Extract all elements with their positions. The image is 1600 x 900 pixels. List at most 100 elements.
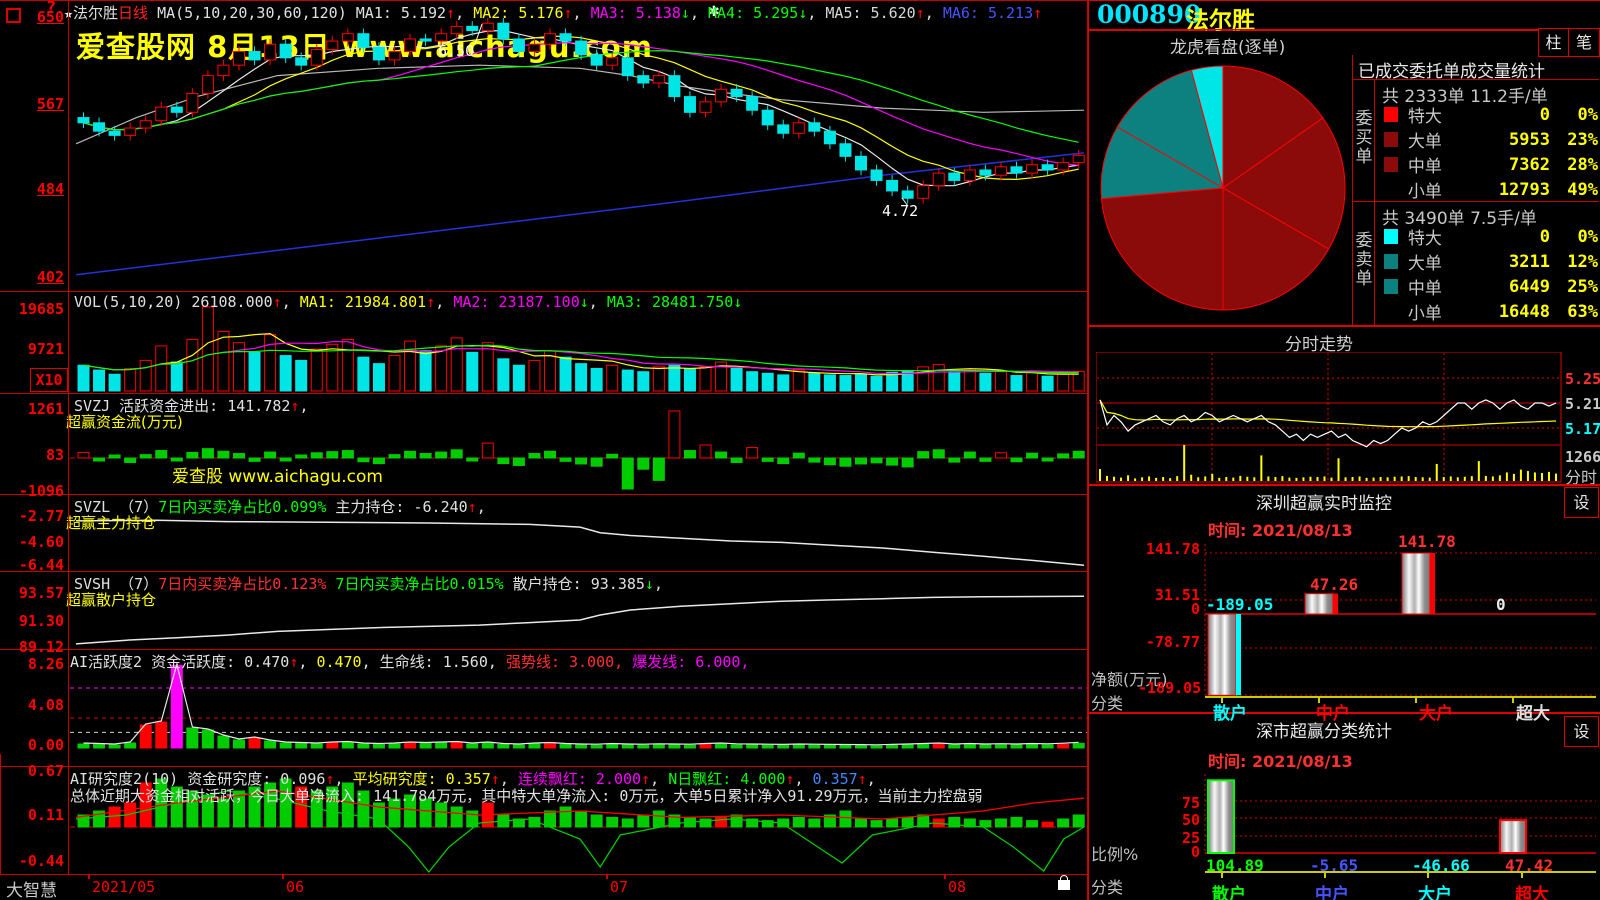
monitor-bar-value: -189.05	[1206, 595, 1273, 614]
text-segment: 26108.000	[191, 293, 272, 311]
class-axis-label: 分类	[1091, 874, 1123, 898]
monitor-axis-value: 0	[1138, 600, 1200, 618]
order-type-swatch	[1384, 279, 1398, 294]
monitor-bar-value: 0	[1496, 595, 1506, 614]
intraday-high-label: 5.25	[1565, 370, 1600, 388]
text-segment: MA2: 23187.100	[453, 293, 579, 311]
svsh-header: SVSH （7）7日内买卖净占比0.123% 7日内买卖净占比0.015% 散户…	[74, 573, 663, 594]
axis-label: 0.11	[2, 806, 64, 824]
buy-order-rows: 特大00%大单595323%中单736228%小单1279349%	[1376, 102, 1598, 202]
text-segment: ↑	[468, 498, 477, 516]
tiger-watch-title: 龙虎看盘(逐单)	[1170, 33, 1285, 58]
text-segment: 散户持仓: 93.385	[504, 575, 645, 593]
text-segment: ,	[299, 397, 308, 415]
order-pct: 49%	[1550, 180, 1598, 200]
svg-text:4.72: 4.72	[882, 202, 918, 220]
lock-shackle	[1060, 875, 1068, 881]
text-segment: AI活跃度2	[70, 653, 151, 671]
class-category: 大户	[1418, 880, 1452, 900]
order-stat-row: 小单1644863%	[1376, 299, 1598, 324]
order-type-name: 中单	[1408, 274, 1465, 299]
class-category: 中户	[1315, 880, 1349, 900]
axis-label: 0.00	[2, 736, 64, 754]
class-bar-value: 47.42	[1505, 856, 1553, 875]
text-segment: ↓	[733, 293, 742, 311]
text-segment: ,	[298, 653, 316, 671]
order-type-name: 特大	[1408, 224, 1465, 249]
axis-label: 8.26	[2, 655, 64, 673]
column-mode-button[interactable]: 柱	[1538, 28, 1569, 57]
timeline-label[interactable]: 06	[286, 878, 304, 896]
class-bar-value: 104.89	[1206, 856, 1264, 875]
timeline-label[interactable]: 2021/05	[92, 878, 155, 896]
order-stat-row: 特大00%	[1376, 224, 1598, 249]
monitor-bar-value: 141.78	[1398, 532, 1456, 551]
order-type-name: 小单	[1408, 299, 1465, 324]
order-value: 3211	[1465, 252, 1550, 272]
timeline[interactable]	[0, 874, 1088, 900]
order-stat-row: 特大00%	[1376, 102, 1598, 127]
order-pct: 25%	[1550, 277, 1598, 297]
axis-label: 93.57	[2, 584, 64, 602]
intraday-mid-label: 5.21	[1565, 395, 1600, 413]
order-type-swatch	[1384, 304, 1398, 319]
axis-label: 1261	[2, 400, 64, 418]
axis-label: 19685	[2, 300, 64, 318]
axis-label: 567	[2, 95, 64, 113]
class-bar-value: -5.65	[1310, 856, 1358, 875]
candlestick-chart[interactable]: 6.504.72	[70, 0, 1088, 291]
order-pct: 28%	[1550, 155, 1598, 175]
class-axis-value: 0	[1158, 843, 1200, 861]
order-value: 6449	[1465, 277, 1550, 297]
timeline-label[interactable]: 07	[610, 878, 628, 896]
order-type-name: 大单	[1408, 249, 1465, 274]
intraday-chart[interactable]	[1096, 352, 1562, 483]
volume-scale-badge: X10	[30, 368, 68, 392]
text-segment: 7日内买卖净占比0.123%	[158, 575, 326, 593]
sell-order-rows: 特大00%大单321112%中单644925%小单1644863%	[1376, 224, 1598, 324]
text-segment: 主力持仓: -6.240	[326, 498, 467, 516]
lock-icon	[1058, 880, 1070, 890]
order-value: 12793	[1465, 180, 1550, 200]
order-type-swatch	[1384, 107, 1398, 122]
order-pct: 12%	[1550, 252, 1598, 272]
text-segment: ↑	[426, 293, 435, 311]
order-value: 7362	[1465, 155, 1550, 175]
class-category: 超大	[1515, 880, 1549, 900]
order-value: 0	[1465, 227, 1550, 247]
monitor-bar-value: 47.26	[1310, 575, 1358, 594]
axis-label: 91.30	[2, 612, 64, 630]
text-segment: VOL(5,10,20)	[74, 293, 191, 311]
axis-label: -4.60	[2, 533, 64, 551]
text-segment: ,	[654, 575, 663, 593]
axis-label: 650	[2, 8, 64, 26]
text-segment: ,	[435, 293, 453, 311]
order-type-name: 中单	[1408, 152, 1465, 177]
text-segment: 爆发线: 6.000,	[632, 653, 749, 671]
class-unit-label: 比例%	[1091, 841, 1138, 865]
order-stat-row: 小单1279349%	[1376, 177, 1598, 202]
axis-label: 4.08	[2, 696, 64, 714]
order-type-name: 大单	[1408, 127, 1465, 152]
text-segment: ,	[589, 293, 607, 311]
order-value: 16448	[1465, 302, 1550, 322]
ai-activity-header: AI活跃度2 资金活跃度: 0.470↑, 0.470, 生命线: 1.560,…	[70, 651, 749, 672]
order-pct: 0%	[1550, 227, 1598, 247]
order-type-swatch	[1384, 254, 1398, 269]
monitor-axis-value: -189.05	[1138, 679, 1200, 697]
class-axis-value: 50	[1158, 811, 1200, 829]
timeline-label[interactable]: 08	[948, 878, 966, 896]
svzj-subtitle: 超赢资金流(万元)	[66, 411, 183, 432]
monitor-axis-value: 141.78	[1138, 540, 1200, 558]
watermark-small: 爱查股 www.aichagu.com	[172, 462, 383, 487]
order-value: 5953	[1465, 130, 1550, 150]
axis-label: 83	[2, 446, 64, 464]
order-type-swatch	[1384, 229, 1398, 244]
text-segment: 强势线: 3.000,	[506, 653, 632, 671]
text-segment: ↓	[645, 575, 654, 593]
tick-mode-button[interactable]: 笔	[1568, 28, 1600, 57]
vol-header: VOL(5,10,20) 26108.000↑, MA1: 21984.801↑…	[74, 293, 742, 311]
monitor-category: 散户	[1213, 699, 1247, 724]
order-stat-row: 中单736228%	[1376, 152, 1598, 177]
order-type-swatch	[1384, 182, 1398, 197]
